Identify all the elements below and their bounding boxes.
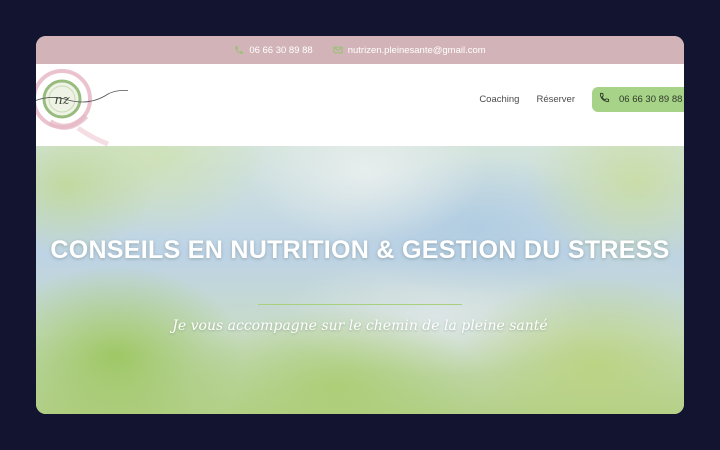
nav-link-reserver[interactable]: Réserver <box>536 94 575 105</box>
topbar-email-text: nutrizen.pleinesante@gmail.com <box>347 44 486 56</box>
topbar-email-link[interactable]: nutrizen.pleinesante@gmail.com <box>333 45 486 56</box>
site-header: nz Coaching Réserver 06 66 30 89 88 <box>36 64 684 147</box>
call-phone-button-label: 06 66 30 89 88 <box>619 93 683 105</box>
hero-banner: CONSEILS EN NUTRITION & GESTION DU STRES… <box>36 146 684 414</box>
hero-subtitle: Je vous accompagne sur le chemin de la p… <box>172 318 548 334</box>
topbar-phone-link[interactable]: 06 66 30 89 88 <box>234 44 313 56</box>
site-logo[interactable]: nz <box>36 64 137 147</box>
phone-icon <box>234 45 244 55</box>
hero-divider <box>258 304 462 305</box>
hero-title: CONSEILS EN NUTRITION & GESTION DU STRES… <box>50 236 670 264</box>
call-phone-button[interactable]: 06 66 30 89 88 <box>592 86 684 112</box>
browser-viewport: 06 66 30 89 88 nutrizen.pleinesante@gmai… <box>36 36 684 414</box>
contact-topbar: 06 66 30 89 88 nutrizen.pleinesante@gmai… <box>36 36 684 64</box>
nav-link-coaching[interactable]: Coaching <box>479 94 519 105</box>
main-nav: Coaching Réserver 06 66 30 89 88 <box>479 86 684 112</box>
logo-monogram: nz <box>54 93 69 108</box>
topbar-phone-text: 06 66 30 89 88 <box>249 44 313 56</box>
mail-icon <box>333 45 343 55</box>
phone-icon <box>599 92 610 106</box>
logo-emblem: nz <box>36 69 137 147</box>
